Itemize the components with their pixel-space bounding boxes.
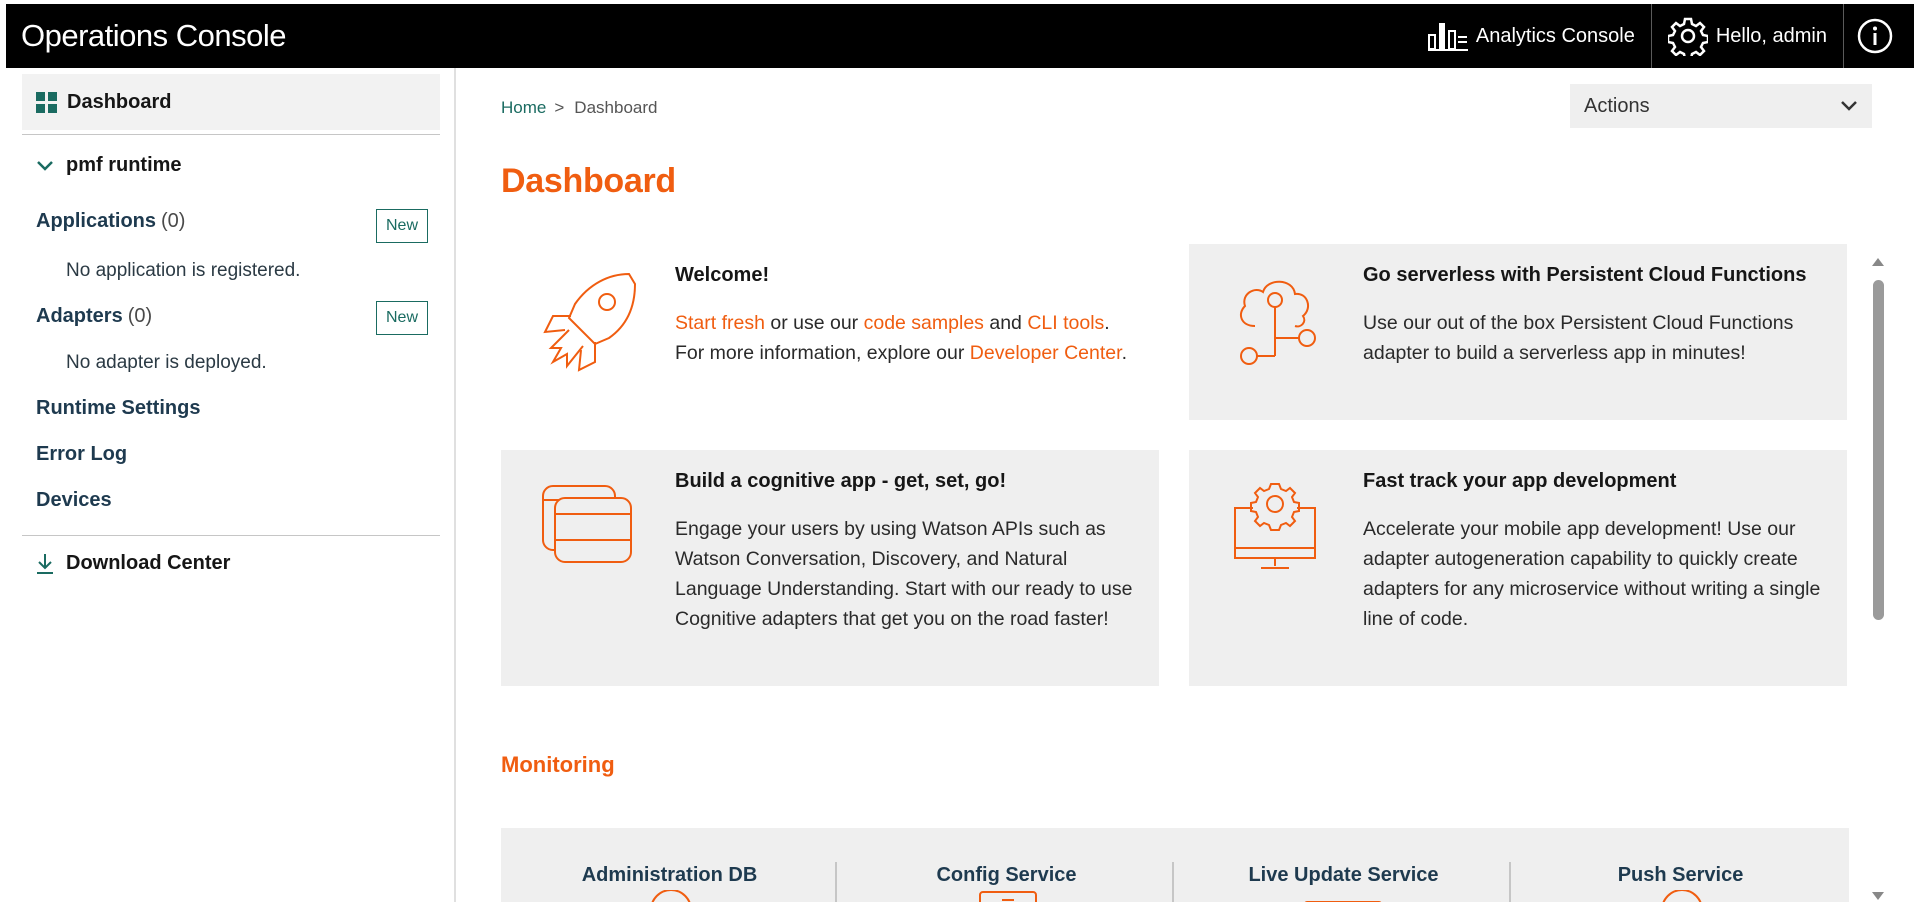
applications-label: Applications	[36, 210, 157, 232]
welcome-body: Start fresh or use our code samples and …	[675, 308, 1135, 368]
sidebar-item-runtime-settings[interactable]: Runtime Settings	[36, 397, 200, 420]
fasttrack-title: Fast track your app development	[1363, 470, 1677, 492]
monitor-label: Live Update Service	[1248, 864, 1439, 886]
cognitive-body: Engage your users by using Watson APIs s…	[675, 518, 1133, 630]
grid-icon	[36, 91, 57, 113]
welcome-text: or use our	[770, 312, 859, 334]
monitor-push-service[interactable]: Push Service	[1512, 828, 1849, 902]
sidebar-item-dashboard[interactable]: Dashboard	[22, 74, 440, 130]
analytics-console-link[interactable]: Analytics Console	[1412, 4, 1651, 68]
chevron-down-icon	[37, 160, 53, 171]
welcome-text: .	[1121, 342, 1127, 364]
cloud-functions-icon	[1239, 280, 1316, 365]
status-icon	[651, 890, 691, 902]
sidebar-item-devices[interactable]: Devices	[36, 489, 112, 512]
gear-icon	[1667, 17, 1708, 56]
page-title: Dashboard	[501, 162, 676, 200]
download-center-label: Download Center	[66, 552, 231, 574]
breadcrumb-separator: >	[554, 98, 565, 117]
rocket-icon	[543, 272, 637, 372]
monitor-label: Config Service	[936, 864, 1077, 886]
adapters-count: (0)	[127, 305, 153, 327]
code-samples-link[interactable]: code samples	[864, 312, 984, 334]
scrollbar-thumb[interactable]	[1873, 280, 1884, 620]
app-title: Operations Console	[21, 18, 286, 53]
monitor-label: Administration DB	[581, 864, 758, 886]
sidebar-divider	[22, 535, 440, 536]
chevron-down-icon	[1841, 101, 1857, 111]
scroll-down-arrow[interactable]	[1872, 892, 1884, 900]
monitor-config-service[interactable]: Config Service	[838, 828, 1175, 902]
info-button[interactable]	[1844, 4, 1914, 68]
monitor-live-update-service[interactable]: Live Update Service	[1175, 828, 1512, 902]
sidebar-item-error-log[interactable]: Error Log	[36, 443, 127, 466]
cli-tools-link[interactable]: CLI tools	[1027, 312, 1104, 334]
cognitive-card: Build a cognitive app - get, set, go! En…	[501, 450, 1159, 686]
applications-empty-text: No application is registered.	[66, 260, 301, 281]
monitoring-panel: Administration DB Config Service Live Up…	[501, 828, 1849, 902]
new-application-button[interactable]: New	[376, 209, 428, 243]
monitor-administration-db[interactable]: Administration DB	[501, 828, 838, 902]
breadcrumb-current: Dashboard	[574, 98, 658, 117]
actions-label: Actions	[1584, 94, 1650, 117]
user-greeting: Hello, admin	[1715, 24, 1827, 47]
breadcrumb-home-link[interactable]: Home	[501, 98, 546, 118]
status-icon	[1662, 890, 1702, 902]
breadcrumb: Home > Dashboard	[501, 98, 657, 118]
sidebar-item-adapters[interactable]: Adapters (0)	[36, 305, 152, 328]
start-fresh-link[interactable]: Start fresh	[675, 312, 765, 334]
runtime-label: pmf runtime	[66, 154, 182, 176]
new-adapter-button[interactable]: New	[376, 301, 428, 335]
fasttrack-card: Fast track your app development Accelera…	[1189, 450, 1847, 686]
user-menu[interactable]: Hello, admin	[1652, 4, 1843, 68]
developer-center-link[interactable]: Developer Center	[970, 342, 1122, 364]
monitor-label: Push Service	[1617, 864, 1744, 886]
serverless-title: Go serverless with Persistent Cloud Func…	[1363, 264, 1807, 286]
stacked-cards-icon	[542, 485, 632, 563]
sidebar-item-label: Dashboard	[67, 90, 172, 113]
welcome-text: For more information, explore our	[675, 342, 965, 364]
monitor-divider	[1509, 862, 1511, 902]
welcome-text: .	[1104, 312, 1110, 334]
applications-count: (0)	[161, 210, 186, 232]
download-icon	[37, 553, 53, 574]
monitor-gear-icon	[1234, 483, 1316, 569]
app-window: Operations Console Analytics Console Hel…	[6, 4, 1914, 902]
adapters-empty-text: No adapter is deployed.	[66, 352, 267, 373]
welcome-card: Welcome! Start fresh or use our code sam…	[501, 244, 1159, 420]
info-icon	[1857, 18, 1893, 54]
actions-dropdown[interactable]: Actions	[1570, 84, 1872, 128]
sidebar: Dashboard pmf runtime Applications (0) N…	[6, 68, 456, 902]
welcome-title: Welcome!	[675, 264, 770, 286]
bar-chart-icon	[1427, 23, 1468, 51]
welcome-text: and	[989, 312, 1022, 334]
sidebar-item-download-center[interactable]: Download Center	[36, 552, 230, 575]
serverless-card: Go serverless with Persistent Cloud Func…	[1189, 244, 1847, 420]
status-icon	[1304, 901, 1382, 902]
status-icon	[979, 891, 1037, 902]
adapters-label: Adapters	[36, 305, 123, 327]
monitoring-title: Monitoring	[501, 752, 615, 777]
cognitive-title: Build a cognitive app - get, set, go!	[675, 470, 1007, 492]
sidebar-divider	[22, 134, 440, 135]
analytics-console-label: Analytics Console	[1475, 24, 1635, 47]
top-bar: Operations Console Analytics Console Hel…	[6, 4, 1914, 68]
fasttrack-body: Accelerate your mobile app development! …	[1363, 518, 1821, 630]
sidebar-item-applications[interactable]: Applications (0)	[36, 210, 185, 233]
scrollbar[interactable]	[1870, 256, 1886, 902]
monitor-divider	[835, 862, 837, 902]
monitor-divider	[1172, 862, 1174, 902]
scroll-up-arrow[interactable]	[1872, 258, 1884, 266]
serverless-body: Use our out of the box Persistent Cloud …	[1363, 312, 1794, 364]
runtime-toggle[interactable]: pmf runtime	[36, 154, 182, 177]
main-content: Home > Dashboard Actions Dashboard Welco…	[458, 68, 1914, 902]
